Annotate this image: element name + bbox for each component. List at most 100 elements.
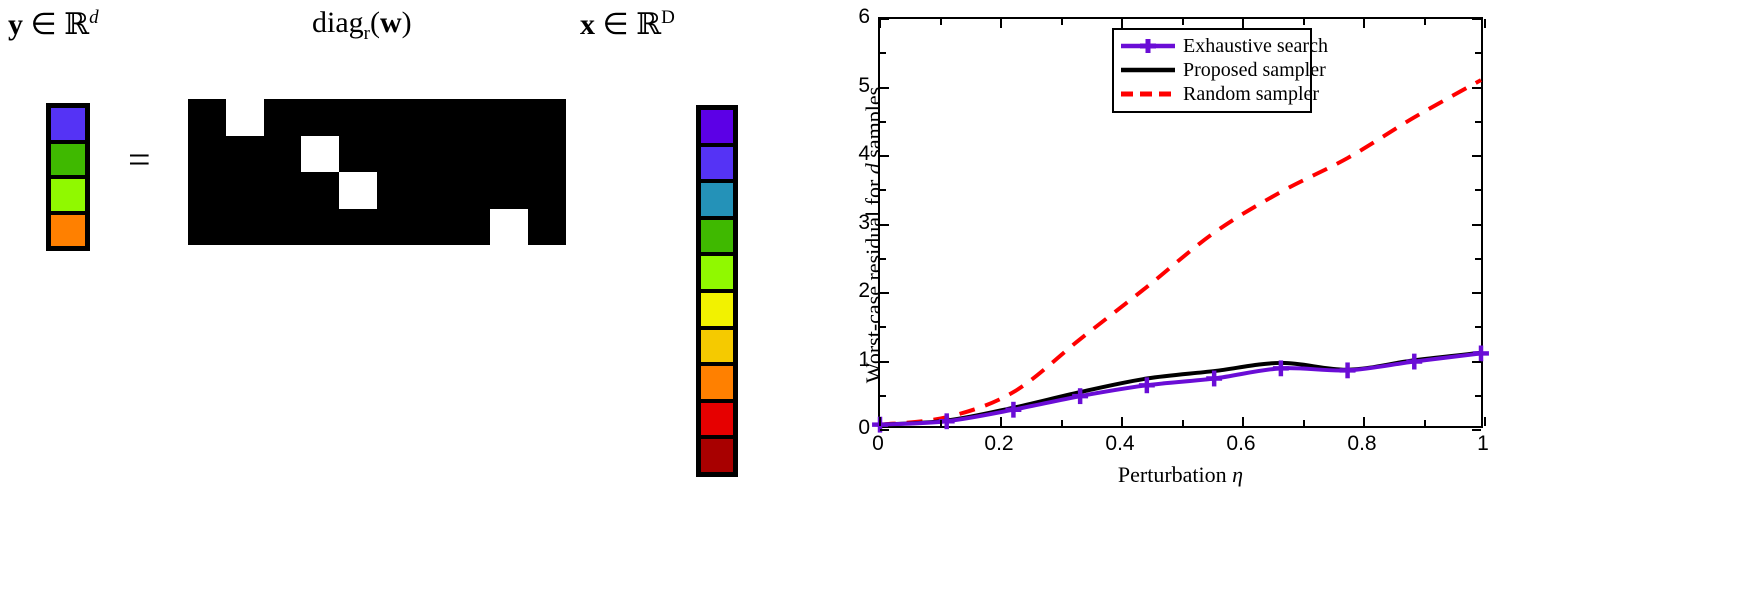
matrix-cell-r0-c4 [339,99,377,136]
legend-label-1: Proposed sampler [1183,59,1326,81]
matrix-cell-r0-c5 [376,99,415,136]
matrix-cell-r0-c1 [225,99,264,136]
matrix-cell-r1-c0 [188,135,226,172]
matrix-cell-r2-c8 [490,172,529,209]
x-tick-label-0.2: 0.2 [984,432,1014,455]
marker-2 [1005,401,1022,418]
y-tick-3 [880,223,889,226]
legend-label-0: Exhaustive search [1183,35,1328,57]
matrix-cell-r2-c1 [225,172,264,209]
legend-swatch-1 [1120,60,1176,80]
legend-label-2: Random sampler [1183,83,1320,105]
x-vector-cell-0 [701,110,733,143]
matrix-cell-r3-c1 [225,208,264,245]
x-tick-label-1: 1 [1477,432,1489,455]
x-tick-label-0.8: 0.8 [1347,432,1377,455]
matrix-cell-r3-c3 [301,208,340,245]
x-tick-minor-0.7 [1302,420,1305,426]
x-vector-cell-1 [701,146,733,180]
x-tick-top-0.2 [1000,19,1002,28]
y-vector-cell-0 [51,108,85,140]
x-vector-cell-8 [701,402,733,436]
y-tick-minor-2.5 [880,257,886,260]
series-line-exhaustive-search [879,351,1482,427]
legend-item-2: Random sampler [1120,82,1319,106]
x-tick-label-0.4: 0.4 [1105,432,1135,455]
matrix-cell-r2-c2 [263,172,302,209]
matrix-cell-r0-c3 [301,99,340,136]
y-tick-right-1 [1472,360,1481,363]
x-tick-minor-top-0.5 [1181,19,1184,25]
x-tick-minor-top-0.1 [939,19,942,25]
legend-item-0: Exhaustive search [1120,34,1328,58]
x-tick-top-1 [1484,19,1486,28]
x-tick-0.6 [1242,417,1244,426]
matrix-cell-r3-c5 [376,208,415,245]
x-tick-minor-0.9 [1423,420,1426,426]
y-tick-right-3 [1472,223,1481,226]
y-tick-5 [880,86,889,89]
matrix-cell-r1-c1 [225,135,264,172]
matrix-cell-r1-c2 [263,135,302,172]
matrix-cell-r2-c9 [528,172,566,209]
matrix-cell-r2-c0 [188,172,226,209]
y-vector-cell-2 [51,179,85,211]
y-tick-right-6 [1472,18,1481,20]
matrix-cell-r0-c7 [452,99,491,136]
x-vector-cell-9 [701,439,733,472]
x-tick-0.8 [1363,417,1365,426]
matrix-cell-r1-c4 [339,135,377,172]
y-tick-minor-right-5.5 [1475,52,1481,55]
x-tick-minor-top-0.7 [1302,19,1305,25]
matrix-cell-r3-c6 [414,208,453,245]
matrix-cell-r2-c6 [414,172,453,209]
y-tick-label-5: 5 [858,73,870,97]
y-tick-minor-3.5 [880,189,886,192]
x-tick-top-0 [879,19,881,28]
equals-sign: = [128,137,151,182]
matrix-cell-r3-c2 [263,208,302,245]
x-tick-minor-0.1 [939,420,942,426]
x-tick-label-0: 0 [872,432,884,455]
matrix-cell-r3-c8 [490,208,529,245]
y-tick-label-4: 4 [858,142,870,165]
x-vector [696,105,738,477]
y-tick-minor-0.5 [880,394,886,397]
legend-swatch-0 [1120,36,1176,56]
matrix-cell-r2-c3 [301,172,340,209]
matrix-cell-r0-c2 [263,99,302,136]
y-tick-label-0: 0 [858,416,870,439]
y-vector-cell-3 [51,214,85,246]
x-vector-cell-2 [701,183,733,216]
y-tick-1 [880,360,889,363]
x-vector-cell-3 [701,219,733,253]
y-tick-minor-1.5 [880,326,886,329]
matrix-cell-r1-c9 [528,135,566,172]
matrix-cell-r0-c0 [188,99,226,136]
legend-item-1: Proposed sampler [1120,58,1326,82]
y-tick-2 [880,292,889,294]
y-vector-label: y ∈ ℝd [8,7,99,42]
marker-7 [1339,362,1356,379]
x-vector-label: x ∈ ℝD [580,7,675,42]
x-tick-0 [879,417,881,426]
y-tick-label-6: 6 [858,5,870,28]
x-vector-cell-6 [701,329,733,363]
x-tick-minor-top-0.30000000000000004 [1060,19,1063,25]
y-vector-cell-1 [51,143,85,175]
x-vector-cell-7 [701,366,733,399]
y-tick-right-5 [1472,86,1481,89]
y-tick-0 [880,429,889,431]
x-tick-minor-0.5 [1181,420,1184,426]
x-tick-top-0.6 [1242,19,1244,28]
y-tick-right-0 [1472,429,1481,431]
x-axis-label: Perturbation η [1117,462,1244,487]
matrix-cell-r3-c7 [452,208,491,245]
diag-matrix [188,99,566,245]
x-vector-cell-5 [701,292,733,326]
y-tick-minor-right-2.5 [1475,257,1481,260]
x-tick-1 [1484,417,1486,426]
x-tick-label-0.6: 0.6 [1226,432,1256,455]
y-tick-label-1: 1 [858,347,870,371]
matrix-cell-r1-c8 [490,135,529,172]
